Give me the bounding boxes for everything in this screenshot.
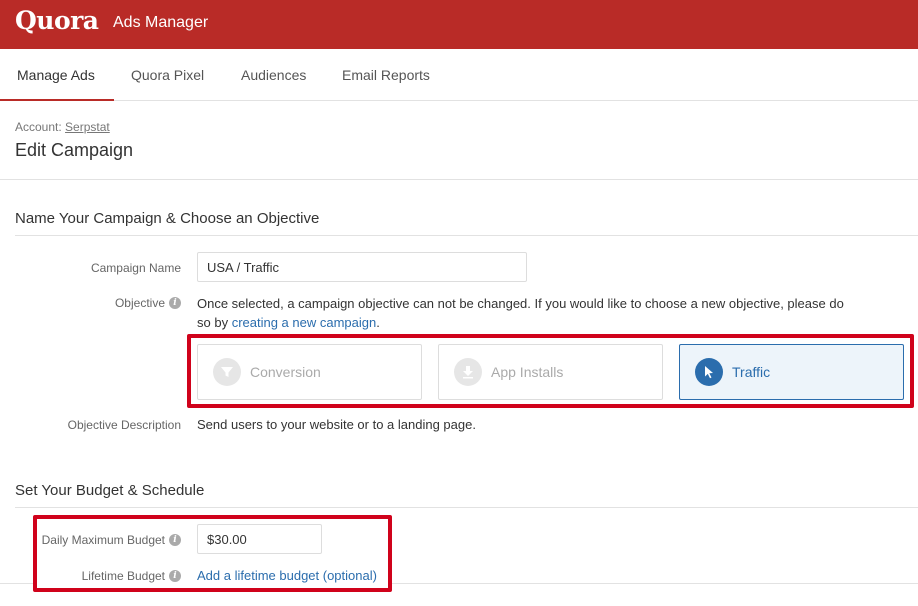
objective-label: Objective i xyxy=(115,296,181,310)
section-title-budget: Set Your Budget & Schedule xyxy=(15,482,205,499)
main-tabs: Manage Ads Quora Pixel Audiences Email R… xyxy=(0,49,918,101)
campaign-name-label: Campaign Name xyxy=(91,261,181,275)
tab-manage-ads[interactable]: Manage Ads xyxy=(0,49,114,101)
account-prefix: Account: xyxy=(15,120,62,134)
daily-budget-input[interactable] xyxy=(197,524,322,554)
app-title[interactable]: Ads Manager xyxy=(113,14,208,32)
campaign-name-label-text: Campaign Name xyxy=(90,261,181,275)
objective-help-text: Once selected, a campaign objective can … xyxy=(197,294,857,332)
section-divider xyxy=(15,507,918,508)
download-icon xyxy=(454,358,482,386)
objective-description-label: Objective Description xyxy=(68,418,181,432)
top-bar: Quora Ads Manager xyxy=(0,0,918,49)
daily-budget-label: Daily Maximum Budget i xyxy=(42,533,181,547)
objective-card-label: Traffic xyxy=(732,364,771,380)
objective-card-traffic[interactable]: Traffic xyxy=(679,344,904,400)
create-new-campaign-link[interactable]: creating a new campaign xyxy=(232,315,377,330)
info-icon[interactable]: i xyxy=(169,297,181,309)
objective-description-value: Send users to your website or to a landi… xyxy=(197,417,476,432)
account-line: Account: Serpstat xyxy=(15,120,110,134)
lifetime-budget-label: Lifetime Budget i xyxy=(82,569,181,583)
campaign-name-input[interactable] xyxy=(197,252,527,282)
objective-label-text: Objective xyxy=(114,296,165,310)
divider xyxy=(392,583,918,584)
objective-card-label: Conversion xyxy=(250,364,321,380)
info-icon[interactable]: i xyxy=(169,570,181,582)
info-icon[interactable]: i xyxy=(169,534,181,546)
objective-description-label-text: Objective Description xyxy=(67,418,181,432)
divider xyxy=(0,583,33,584)
lifetime-budget-label-text: Lifetime Budget xyxy=(81,569,165,583)
account-link[interactable]: Serpstat xyxy=(65,120,110,134)
tab-quora-pixel[interactable]: Quora Pixel xyxy=(114,49,221,101)
section-title-objective: Name Your Campaign & Choose an Objective xyxy=(15,210,320,227)
quora-logo[interactable]: Quora xyxy=(15,6,99,35)
tab-audiences[interactable]: Audiences xyxy=(224,49,323,101)
filter-icon xyxy=(213,358,241,386)
objective-card-app-installs[interactable]: App Installs xyxy=(438,344,663,400)
tab-email-reports[interactable]: Email Reports xyxy=(325,49,447,101)
daily-budget-label-text: Daily Maximum Budget xyxy=(41,533,165,547)
objective-help-after: . xyxy=(376,315,380,330)
section-divider xyxy=(15,235,918,236)
objective-card-label: App Installs xyxy=(491,364,564,380)
add-lifetime-budget-link[interactable]: Add a lifetime budget (optional) xyxy=(197,568,377,583)
page-title: Edit Campaign xyxy=(15,140,134,160)
objective-card-conversion[interactable]: Conversion xyxy=(197,344,422,400)
divider xyxy=(0,179,918,180)
cursor-icon xyxy=(695,358,723,386)
